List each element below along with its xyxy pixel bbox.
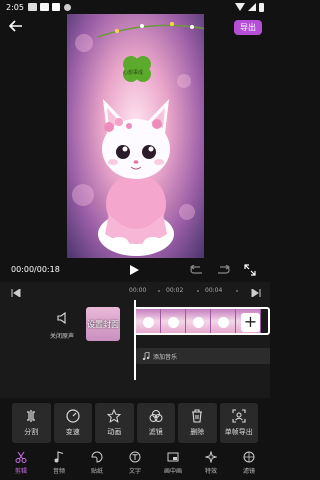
tool-label: 动画 — [107, 428, 122, 436]
pip-icon — [167, 452, 179, 462]
play-icon[interactable] — [128, 264, 140, 276]
ruler-tick: 00:02 — [166, 287, 184, 294]
nav-sticker[interactable]: 贴纸 — [82, 446, 112, 480]
nav-edit[interactable]: 剪辑 — [6, 446, 36, 480]
filter-icon — [243, 451, 255, 463]
nav-text[interactable]: 文字 — [120, 446, 150, 480]
back-arrow-icon[interactable] — [8, 18, 24, 34]
bokeh-light — [177, 74, 191, 88]
tool-label: 滤镜 — [148, 428, 163, 436]
playhead[interactable] — [134, 300, 136, 380]
add-clip-button[interactable]: + — [241, 313, 260, 332]
delete-icon — [192, 409, 203, 423]
set-cover-button[interactable]: 设置封面 — [86, 307, 120, 341]
sticker-icon — [91, 451, 103, 463]
nav-label: 剪辑 — [14, 468, 27, 475]
music-note-icon — [142, 352, 150, 360]
edit-toolbar: 分割 变速 动画 滤镜 删除 单帧导出 — [0, 403, 270, 445]
music-icon — [54, 451, 64, 463]
split-icon — [27, 410, 36, 422]
tool-label: 删除 — [190, 428, 205, 436]
animation-button[interactable]: 动画 — [95, 403, 134, 443]
tool-label: 变速 — [65, 428, 80, 436]
clip-frame — [211, 309, 236, 333]
ruler-tick: 00:04 — [205, 287, 223, 294]
ruler-tick: 00:00 — [129, 287, 147, 294]
undo-icon[interactable] — [190, 265, 204, 275]
video-preview[interactable]: 心想事成 剪辑 — [67, 14, 204, 258]
nav-filter[interactable]: 滤镜 — [234, 446, 264, 480]
ruler-dot — [197, 290, 199, 292]
ruler-dot — [236, 290, 238, 292]
fullscreen-icon[interactable] — [244, 264, 256, 276]
tool-label: 单帧导出 — [224, 428, 253, 436]
nav-label: 音频 — [52, 468, 65, 475]
nav-audio[interactable]: 音频 — [44, 446, 74, 480]
nav-label: 贴纸 — [90, 468, 103, 475]
app-notification-icon — [39, 3, 49, 11]
vine-decoration — [97, 22, 204, 38]
redo-icon[interactable] — [216, 265, 230, 275]
mute-original-audio-label[interactable]: 关闭原声 — [50, 331, 74, 340]
skip-to-end-icon[interactable] — [251, 289, 261, 297]
clip-frame — [136, 309, 161, 333]
delete-button[interactable]: 删除 — [178, 403, 217, 443]
frame-export-icon — [232, 409, 246, 423]
scissors-icon — [15, 451, 27, 463]
tool-label: 分割 — [24, 428, 39, 436]
bottom-nav: 剪辑 音频 贴纸 文字 画中画 特效 滤镜 — [0, 446, 270, 480]
wifi-icon — [235, 3, 245, 11]
speed-icon — [66, 409, 80, 423]
nav-pip[interactable]: 画中画 — [158, 446, 188, 480]
export-label: 导出 — [240, 23, 256, 32]
signal-icon — [248, 3, 256, 11]
timecode: 00:00/00:18 — [11, 265, 60, 274]
dot-notification-icon — [63, 3, 71, 11]
split-button[interactable]: 分割 — [12, 403, 51, 443]
clip-frame — [161, 309, 186, 333]
add-music-track[interactable]: 添加音乐 — [136, 348, 270, 364]
nav-label: 文字 — [128, 468, 141, 475]
nav-label: 特效 — [204, 468, 217, 475]
speed-button[interactable]: 变速 — [53, 403, 92, 443]
frame-export-button[interactable]: 单帧导出 — [219, 403, 258, 443]
skip-to-start-icon[interactable] — [11, 289, 21, 297]
gallery-notification-icon — [27, 3, 37, 11]
nav-label: 滤镜 — [242, 468, 255, 475]
animation-icon — [107, 409, 122, 423]
effects-icon — [205, 451, 217, 463]
nav-label: 画中画 — [163, 468, 182, 475]
status-time: 2:05 — [6, 2, 24, 12]
watermark-text: 剪辑 — [105, 133, 134, 148]
add-music-label: 添加音乐 — [153, 353, 178, 361]
clover-text: 心想事成 — [123, 70, 144, 76]
filter-button[interactable]: 滤镜 — [136, 403, 175, 443]
cover-label: 设置封面 — [87, 320, 119, 329]
status-bar: 2:05 — [0, 0, 270, 14]
bokeh-light — [75, 34, 93, 52]
clip-frame — [186, 309, 211, 333]
export-button[interactable]: 导出 — [234, 20, 262, 35]
text-icon — [129, 451, 141, 463]
app-notification-icon — [51, 3, 60, 11]
speaker-icon[interactable] — [56, 311, 70, 325]
nav-effects[interactable]: 特效 — [196, 446, 226, 480]
cat-illustration — [98, 99, 174, 256]
ruler-dot — [158, 290, 160, 292]
filter-icon — [149, 410, 163, 422]
battery-icon — [259, 2, 264, 12]
